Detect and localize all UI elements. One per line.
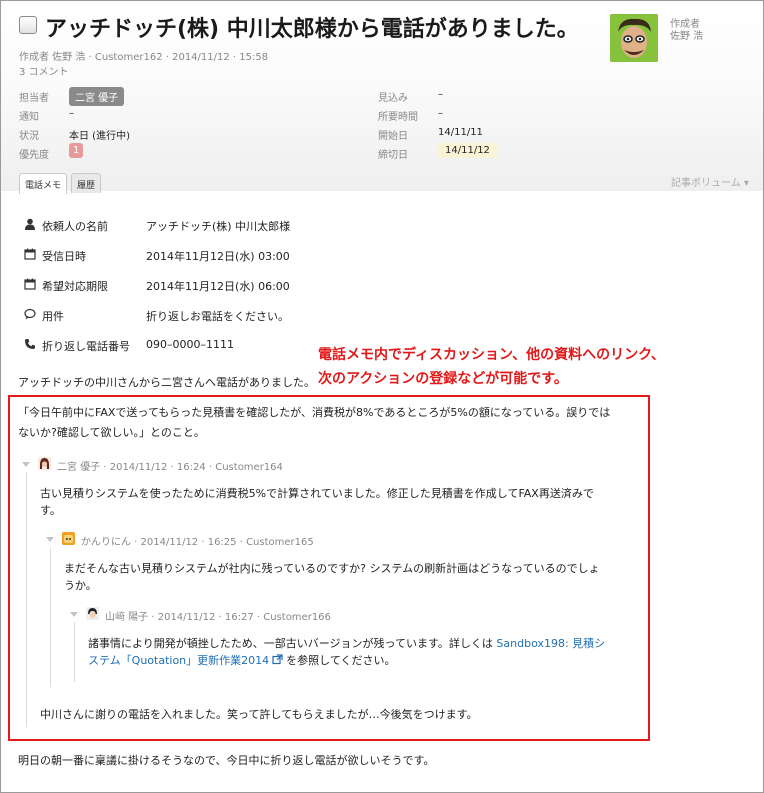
comment-2-meta: かんりにん · 2014/11/12 · 16:25 · Customer165 xyxy=(81,537,314,548)
subject-value: 折り返しお電話をください。 xyxy=(146,310,289,323)
received-value: 2014年11月12日(水) 03:00 xyxy=(146,250,290,263)
subject-label: 用件 xyxy=(42,310,64,323)
quote-line-2: ないか?確認して欲しい。」とのこと。 xyxy=(18,426,205,439)
priority-label: 優先度 xyxy=(19,150,49,161)
notify-value[interactable]: – xyxy=(69,108,74,119)
comment-3-line-1: 諸事情により開発が頓挫したため、一部古いバージョンが残っています。詳しくは Sa… xyxy=(88,635,605,651)
duration-label: 所要時間 xyxy=(378,112,418,123)
desired-deadline-label: 希望対応期限 xyxy=(42,280,108,293)
sandbox-document-link-continued[interactable]: ステム「Quotation」更新作業2014 xyxy=(88,654,269,667)
phone-icon xyxy=(25,339,35,349)
collapse-caret-icon[interactable] xyxy=(70,612,78,617)
comment-3-line-2: ステム「Quotation」更新作業2014 を参照してください。 xyxy=(88,652,396,668)
comment-1-line-1: 古い見積りシステムを使ったために消費税5%で計算されていました。修正した見積書を… xyxy=(40,487,594,500)
sandbox-document-link[interactable]: Sandbox198: 見積シ xyxy=(496,637,605,650)
estimate-label: 見込み xyxy=(378,93,408,104)
comment-1-line-2: す。 xyxy=(40,504,61,517)
requester-value: アッチドッチ(株) 中川太郎様 xyxy=(146,220,291,233)
comment-1-meta: 二宮 優子 · 2014/11/12 · 16:24 · Customer164 xyxy=(57,462,283,473)
received-label: 受信日時 xyxy=(42,250,86,263)
comment-2-line-2: うか。 xyxy=(64,579,97,592)
author-name[interactable]: 佐野 浩 xyxy=(670,27,703,42)
commenter-avatar[interactable] xyxy=(38,457,51,470)
thread-line-level-3 xyxy=(74,622,75,682)
quote-line-1: 「今日午前中にFAXで送ってもらった見積書を確認したが、消費税が8%であるところ… xyxy=(18,406,611,419)
thread-line-level-1 xyxy=(26,472,27,727)
task-title: アッチドッチ(株) 中川太郎様から電話がありました。 xyxy=(45,17,579,42)
collapse-caret-icon[interactable] xyxy=(46,537,54,542)
collapse-caret-icon[interactable] xyxy=(22,462,30,467)
thread-line-level-2 xyxy=(50,547,51,687)
comment-count[interactable]: 3 コメント xyxy=(19,63,69,78)
start-date-value[interactable]: 14/11/11 xyxy=(438,127,483,138)
due-date-label: 締切日 xyxy=(378,150,408,161)
article-volume-dropdown[interactable]: 記事ボリューム ▾ xyxy=(671,174,749,189)
annotation-line-1: 電話メモ内でディスカッション、他の資料へのリンク、 xyxy=(318,347,665,363)
task-meta: 作成者 佐野 浩 · Customer162 · 2014/11/12 · 15… xyxy=(19,52,269,63)
person-icon xyxy=(25,218,35,230)
memo-footer-text: 明日の朝一番に稟議に掛けるそうなので、今日中に折り返し電話が欲しいそうです。 xyxy=(18,754,435,767)
status-label: 状況 xyxy=(19,131,39,142)
calendar-icon xyxy=(24,278,36,290)
callback-number-value: 090–0000–1111 xyxy=(146,338,234,351)
speech-bubble-icon xyxy=(24,308,36,320)
comment-3-text: 諸事情により開発が頓挫したため、一部古いバージョンが残っています。詳しくは xyxy=(88,637,493,650)
task-complete-checkbox[interactable] xyxy=(19,16,37,34)
comment-3-meta: 山﨑 陽子 · 2014/11/12 · 16:27 · Customer166 xyxy=(105,612,331,623)
estimate-value[interactable]: – xyxy=(438,89,443,100)
calendar-icon xyxy=(24,248,36,260)
memo-intro-text: アッチドッチの中川さんから二宮さんへ電話がありました。 xyxy=(18,376,315,389)
external-link-icon[interactable] xyxy=(272,654,283,665)
notify-label: 通知 xyxy=(19,112,39,123)
assignee-label: 担当者 xyxy=(19,93,49,104)
tab-history[interactable]: 履歴 xyxy=(71,173,102,193)
desired-deadline-value: 2014年11月12日(水) 06:00 xyxy=(146,280,290,293)
comment-2-line-1: まだそんな古い見積りシステムが社内に残っているのですか? システムの刷新計画はど… xyxy=(64,562,600,575)
priority-badge[interactable]: 1 xyxy=(69,143,84,158)
comment-3-suffix: を参照してください。 xyxy=(286,654,396,667)
commenter-avatar[interactable] xyxy=(62,532,75,545)
start-date-label: 開始日 xyxy=(378,131,408,142)
assignee-badge[interactable]: 二宮 優子 xyxy=(69,87,125,106)
tab-phone-memo[interactable]: 電話メモ xyxy=(19,173,68,194)
status-value[interactable]: 本日 (進行中) xyxy=(69,127,130,142)
duration-value[interactable]: – xyxy=(438,108,443,119)
task-header: アッチドッチ(株) 中川太郎様から電話がありました。 作成者 佐野 浩 · Cu… xyxy=(1,1,763,194)
annotation-line-2: 次のアクションの登録などが可能です。 xyxy=(318,371,568,387)
callback-number-label: 折り返し電話番号 xyxy=(42,340,130,353)
comment-4-text: 中川さんに謝りの電話を入れました。笑って許してもらえましたが…今後気をつけます。 xyxy=(40,708,478,721)
due-date-value[interactable]: 14/11/12 xyxy=(438,143,497,158)
commenter-avatar[interactable] xyxy=(86,607,99,620)
author-avatar[interactable] xyxy=(610,14,658,62)
requester-label: 依頼人の名前 xyxy=(42,220,108,233)
